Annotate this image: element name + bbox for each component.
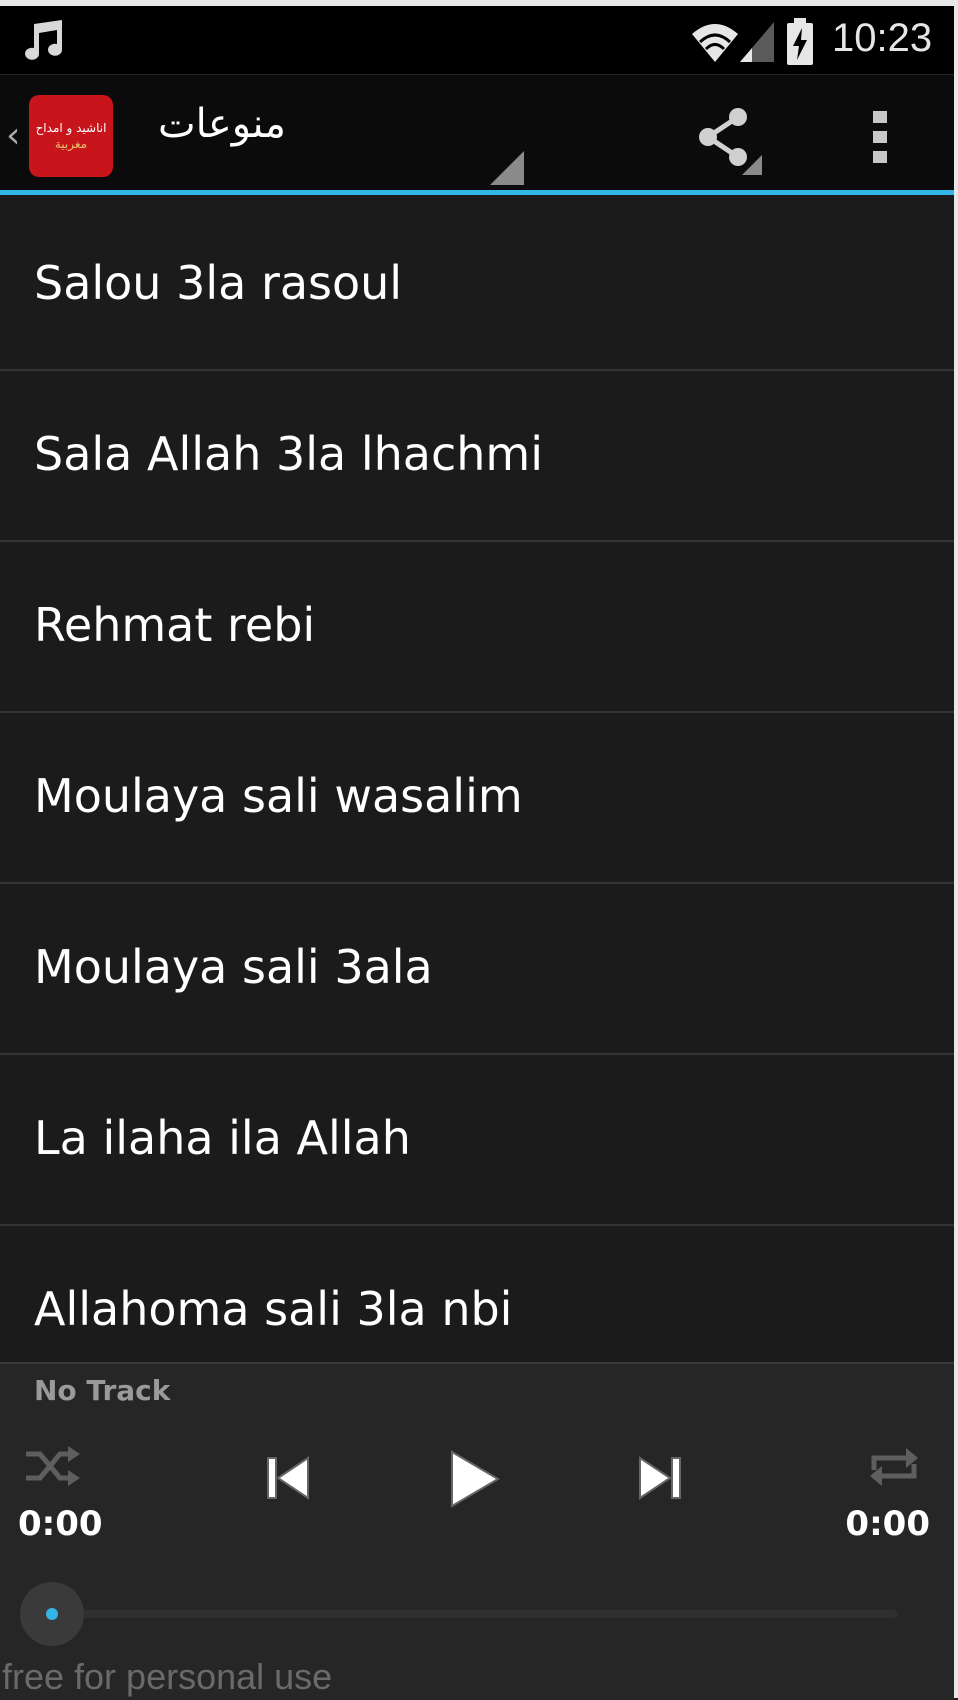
app-logo[interactable]: اناشيد و امداح مغربية [29,95,113,177]
action-bar-accent-line [0,190,954,195]
elapsed-time: 0:00 [18,1504,103,1544]
signal-icon [740,22,774,62]
list-item[interactable]: La ilaha ila Allah [0,1055,954,1226]
track-name: Rehmat rebi [34,598,316,652]
app-logo-line1: اناشيد و امداح [35,121,107,135]
next-icon[interactable] [636,1452,684,1504]
list-item[interactable]: Moulaya sali 3ala [0,884,954,1055]
app-screen: 10:23 ‹ اناشيد و امداح مغربية منوعات Sal… [0,0,954,1700]
list-item[interactable]: Allahoma sali 3la nbi [0,1226,954,1362]
app-logo-line2: مغربية [54,137,88,151]
list-item[interactable]: Salou 3la rasoul [0,200,954,371]
total-time: 0:00 [845,1504,930,1544]
track-list: Salou 3la rasoul Sala Allah 3la lhachmi … [0,200,954,1362]
share-icon[interactable] [690,103,762,175]
track-name: Sala Allah 3la lhachmi [34,427,543,481]
seek-thumb[interactable] [20,1582,84,1646]
track-name: La ilaha ila Allah [34,1111,411,1165]
track-name: Moulaya sali wasalim [34,769,523,823]
spinner-dropdown-icon[interactable] [490,151,524,185]
previous-icon[interactable] [264,1452,312,1504]
list-item[interactable]: Sala Allah 3la lhachmi [0,371,954,542]
list-item[interactable]: Rehmat rebi [0,542,954,713]
play-icon[interactable] [446,1448,502,1510]
seek-bar[interactable] [52,1610,898,1618]
up-navigation-icon[interactable]: ‹ [6,115,20,156]
screen-edge-top [0,0,958,6]
wifi-icon [692,24,738,62]
track-name: Moulaya sali 3ala [34,940,433,994]
list-item[interactable]: Moulaya sali wasalim [0,713,954,884]
overflow-menu-icon[interactable] [858,105,902,169]
shuffle-icon[interactable] [22,1442,82,1490]
music-player: No Track 0:00 0:00 free for personal use [0,1362,954,1700]
action-bar: ‹ اناشيد و امداح مغربية منوعات [0,74,954,195]
status-clock: 10:23 [832,16,933,60]
track-name: Allahoma sali 3la nbi [34,1282,513,1336]
track-name: Salou 3la rasoul [34,256,403,310]
watermark-text: free for personal use [2,1656,333,1697]
battery-charging-icon [787,18,813,65]
seek-thumb-dot [46,1608,58,1620]
category-spinner-title[interactable]: منوعات [158,101,286,147]
now-playing-title: No Track [34,1374,171,1407]
screen-edge-right [954,0,958,1698]
status-bar: 10:23 [0,6,954,74]
repeat-icon[interactable] [866,1444,922,1490]
music-note-icon [25,20,62,60]
